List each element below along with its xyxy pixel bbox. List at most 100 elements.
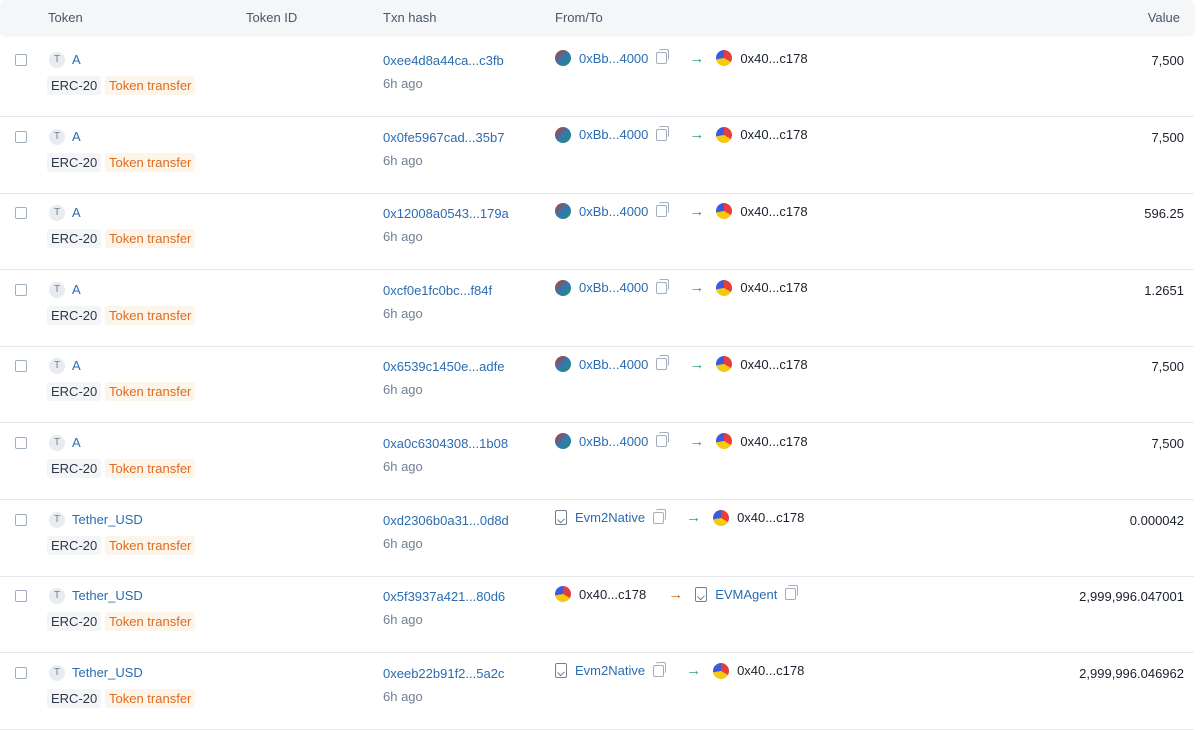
table-header: Token Token ID Txn hash From/To Value: [0, 0, 1194, 34]
arrow-icon: →: [689, 202, 705, 220]
txn-age: 6h ago: [383, 229, 423, 245]
to-avatar: [713, 509, 730, 526]
token-name-link[interactable]: Tether_USD: [72, 512, 143, 527]
txn-hash-link[interactable]: 0x12008a0543...179a: [383, 206, 509, 221]
transfer-value: 2,999,996.046962: [1079, 665, 1184, 681]
row-checkbox[interactable]: [15, 283, 27, 296]
from-contract-link[interactable]: Evm2Native: [575, 510, 645, 525]
copy-icon[interactable]: [656, 355, 670, 371]
contract-icon: [555, 510, 567, 526]
txn-hash-link[interactable]: 0x0fe5967cad...35b7: [383, 130, 504, 145]
token-standard-badge: ERC-20: [47, 229, 102, 249]
from-to-cell: Evm2Native → 0x40...c178: [555, 658, 804, 684]
column-header-token: Token: [48, 10, 83, 25]
table-row: T A ERC-20 Token transfer 0xee4d8a44ca...c3f…: [0, 40, 1194, 117]
arrow-icon: →: [686, 662, 702, 680]
txn-age: 6h ago: [383, 152, 423, 168]
txn-hash-link[interactable]: 0xa0c6304308...1b08: [383, 436, 508, 451]
token-icon: T: [49, 205, 65, 222]
from-address: 0x40...c178: [579, 586, 647, 602]
contract-icon: [555, 663, 567, 679]
transfer-type-badge: Token transfer: [105, 229, 196, 249]
from-address-link[interactable]: 0xBb...4000: [579, 434, 648, 449]
arrow-icon: →: [689, 355, 705, 373]
token-name-link[interactable]: A: [72, 358, 81, 373]
from-contract-link[interactable]: Evm2Native: [575, 663, 645, 678]
from-avatar: [555, 586, 571, 603]
from-address-link[interactable]: 0xBb...4000: [579, 51, 648, 66]
transfer-value: 596.25: [1144, 206, 1184, 222]
table-row: T A ERC-20 Token transfer 0x12008a0543...179…: [0, 193, 1194, 271]
to-address: 0x40...c178: [740, 433, 808, 449]
to-address: 0x40...c178: [740, 50, 808, 66]
from-avatar: [555, 433, 571, 449]
arrow-icon: →: [689, 279, 705, 297]
copy-icon[interactable]: [656, 278, 670, 294]
from-to-cell: 0xBb...4000 → 0x40...c178: [555, 122, 808, 148]
to-avatar: [716, 356, 733, 373]
transfer-value: 2,999,996.047001: [1079, 589, 1184, 605]
copy-icon[interactable]: [656, 202, 670, 218]
arrow-icon: →: [689, 432, 705, 450]
token-transfers-table: Token Token ID Txn hash From/To Value TA…: [0, 0, 1200, 730]
txn-hash-link[interactable]: 0xd2306b0a31...0d8d: [383, 513, 509, 528]
token-standard-badge: ERC-20: [47, 305, 102, 325]
copy-icon[interactable]: [653, 661, 667, 677]
token-standard-badge: ERC-20: [47, 76, 102, 95]
txn-age: 6h ago: [383, 535, 423, 551]
txn-hash-link[interactable]: 0xcf0e1fc0bc...f84f: [383, 283, 492, 298]
arrow-icon: →: [686, 509, 702, 527]
row-checkbox[interactable]: [15, 437, 27, 449]
copy-icon[interactable]: [656, 432, 670, 447]
txn-age: 6h ago: [383, 612, 423, 628]
token-name-link[interactable]: A: [72, 435, 81, 450]
row-checkbox[interactable]: [15, 130, 27, 143]
copy-icon[interactable]: [656, 49, 670, 64]
row-checkbox[interactable]: [15, 360, 27, 373]
from-to-cell: 0x40...c178 → EVMAgent: [555, 581, 799, 607]
copy-icon[interactable]: [785, 585, 799, 601]
token-icon: T: [49, 435, 65, 451]
token-icon: T: [49, 128, 65, 145]
token-name-link[interactable]: Tether_USD: [72, 665, 143, 680]
row-checkbox[interactable]: [15, 666, 27, 679]
table-row: T A ERC-20 Token transfer 0xcf0e1fc0bc...f84…: [0, 270, 1194, 347]
from-address-link[interactable]: 0xBb...4000: [579, 127, 648, 142]
from-to-cell: 0xBb...4000 → 0x40...c178: [555, 45, 808, 71]
from-avatar: [555, 126, 571, 143]
column-header-txn-hash: Txn hash: [383, 10, 437, 25]
from-address-link[interactable]: 0xBb...4000: [579, 204, 648, 219]
to-avatar: [716, 50, 733, 66]
token-name-link[interactable]: A: [72, 52, 81, 67]
column-header-value: Value: [1147, 10, 1180, 25]
transfer-value: 7,500: [1151, 359, 1184, 375]
txn-hash-link[interactable]: 0xeeb22b91f2...5a2c: [383, 666, 504, 681]
token-name-link[interactable]: Tether_USD: [72, 588, 143, 603]
transfer-value: 7,500: [1151, 53, 1184, 68]
token-icon: T: [49, 664, 65, 681]
transfer-type-badge: Token transfer: [105, 382, 196, 402]
token-icon: T: [49, 52, 65, 68]
to-contract-link[interactable]: EVMAgent: [715, 587, 777, 602]
to-avatar: [716, 126, 733, 143]
from-to-cell: 0xBb...4000 → 0x40...c178: [555, 275, 808, 301]
token-name-link[interactable]: A: [72, 129, 81, 144]
token-name-link[interactable]: A: [72, 205, 81, 220]
txn-hash-link[interactable]: 0x5f3937a421...80d6: [383, 589, 505, 604]
token-standard-badge: ERC-20: [47, 459, 102, 478]
row-checkbox[interactable]: [15, 207, 27, 220]
token-name-link[interactable]: A: [72, 282, 81, 297]
row-checkbox[interactable]: [15, 590, 27, 603]
from-to-cell: 0xBb...4000 → 0x40...c178: [555, 428, 808, 454]
transfer-type-badge: Token transfer: [105, 305, 196, 325]
from-address-link[interactable]: 0xBb...4000: [579, 357, 648, 372]
txn-hash-link[interactable]: 0xee4d8a44ca...c3fb: [383, 53, 504, 68]
table-row: T Tether_USD ERC-20 Token transfer 0x5f3937a…: [0, 576, 1194, 654]
from-address-link[interactable]: 0xBb...4000: [579, 280, 648, 295]
row-checkbox[interactable]: [15, 54, 27, 66]
txn-hash-link[interactable]: 0x6539c1450e...adfe: [383, 359, 504, 374]
copy-icon[interactable]: [656, 125, 670, 141]
token-standard-badge: ERC-20: [47, 535, 102, 555]
row-checkbox[interactable]: [15, 513, 27, 526]
copy-icon[interactable]: [653, 508, 667, 524]
